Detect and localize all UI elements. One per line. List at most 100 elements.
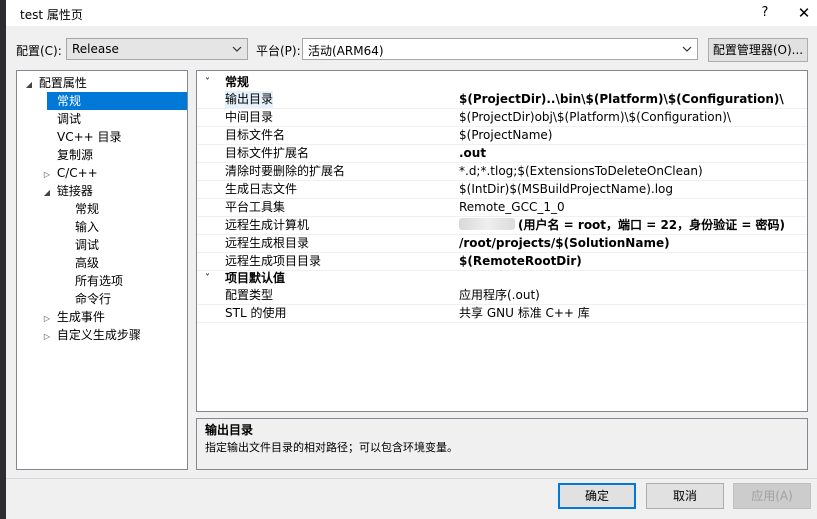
platform-dropdown[interactable]: 活动(ARM64)	[302, 38, 698, 60]
property-value[interactable]: /root/projects/$(SolutionName)	[459, 235, 670, 252]
property-grid: ˅ 常规 输出目录 $(ProjectDir)..\bin\$(Platform…	[196, 70, 808, 412]
tree-node-build-events[interactable]: ▷ 生成事件	[41, 308, 105, 326]
tree-node-label: 常规	[57, 94, 82, 108]
property-name: 远程生成计算机	[225, 218, 310, 232]
property-row-remote-root-dir[interactable]: 远程生成根目录 /root/projects/$(SolutionName)	[197, 235, 807, 253]
property-name: 目标文件名	[225, 128, 286, 142]
tree-node-label: 命令行	[75, 292, 112, 306]
help-button[interactable]: ?	[754, 3, 776, 23]
tree-node-vc-directories[interactable]: VC++ 目录	[57, 128, 122, 146]
tree-node-copy-sources[interactable]: 复制源	[57, 146, 93, 164]
tree-node-linker-input[interactable]: 输入	[75, 218, 99, 236]
description-panel: 输出目录 指定输出文件目录的相对路径；可以包含环境变量。	[196, 418, 808, 470]
chevron-down-icon[interactable]: ˅	[205, 270, 210, 287]
property-name: 生成日志文件	[225, 182, 298, 196]
property-name: 平台工具集	[225, 200, 286, 214]
description-text: 指定输出文件目录的相对路径；可以包含环境变量。	[205, 441, 458, 454]
tree-node-label: 高级	[75, 256, 100, 270]
property-row-intermediate-dir[interactable]: 中间目录 $(ProjectDir)obj\$(Platform)\$(Conf…	[197, 109, 807, 127]
property-name: 远程生成根目录	[225, 236, 310, 250]
tree-node-config-properties[interactable]: ◢ 配置属性	[23, 74, 87, 92]
property-value[interactable]: *.d;*.tlog;$(ExtensionsToDeleteOnClean)	[459, 163, 703, 180]
divider	[6, 478, 817, 479]
property-value[interactable]: $(ProjectName)	[459, 127, 552, 144]
config-value: Release	[72, 42, 119, 56]
config-dropdown[interactable]: Release	[66, 38, 248, 60]
background-ide-strip	[0, 0, 6, 519]
property-value[interactable]: 共享 GNU 标准 C++ 库	[459, 305, 590, 322]
window-title: test 属性页	[20, 8, 83, 22]
config-label: 配置(C):	[16, 44, 62, 58]
chevron-down-icon	[681, 43, 693, 55]
config-manager-button[interactable]: 配置管理器(O)...	[708, 38, 808, 62]
close-button[interactable]: ✕	[793, 3, 815, 23]
tree-node-linker-general[interactable]: 常规	[75, 200, 99, 218]
cancel-button[interactable]: 取消	[646, 483, 724, 509]
tree-node-label: 所有选项	[75, 274, 124, 288]
property-value[interactable]: .out	[459, 145, 486, 162]
ok-button[interactable]: 确定	[558, 483, 636, 509]
chevron-down-icon[interactable]: ˅	[205, 74, 210, 91]
tree-node-label: 生成事件	[56, 310, 105, 324]
category-project-defaults[interactable]: ˅ 项目默认值	[197, 270, 807, 287]
chevron-down-icon	[231, 43, 243, 55]
expand-arrow-icon[interactable]: ▷	[41, 328, 53, 346]
tree-node-label: 配置属性	[38, 76, 87, 90]
property-row-clean-ext[interactable]: 清除时要删除的扩展名 *.d;*.tlog;$(ExtensionsToDele…	[197, 163, 807, 181]
tree-node-label: 输入	[75, 220, 100, 234]
property-name: 远程生成项目目录	[225, 254, 322, 268]
apply-button[interactable]: 应用(A)	[733, 483, 811, 509]
property-row-config-type[interactable]: 配置类型 应用程序(.out)	[197, 287, 807, 305]
tree-node-general[interactable]: 常规	[47, 92, 187, 110]
tree-node-custom-build-step[interactable]: ▷ 自定义生成步骤	[41, 326, 141, 344]
property-value[interactable]: $(ProjectDir)obj\$(Platform)\$(Configura…	[459, 109, 731, 126]
property-value: (用户名 = root，端口 = 22，身份验证 = 密码)	[518, 218, 786, 232]
property-name: 配置类型	[225, 288, 274, 302]
property-row-remote-machine[interactable]: 远程生成计算机 (用户名 = root，端口 = 22，身份验证 = 密码)	[197, 217, 807, 235]
tree-node-label: 常规	[75, 202, 100, 216]
tree-node-linker-debugging[interactable]: 调试	[75, 236, 99, 254]
category-title: 常规	[225, 75, 250, 89]
property-row-output-dir[interactable]: 输出目录 $(ProjectDir)..\bin\$(Platform)\$(C…	[197, 91, 807, 109]
tree-node-label: 调试	[57, 112, 82, 126]
property-value-container[interactable]: (用户名 = root，端口 = 22，身份验证 = 密码)	[459, 217, 785, 234]
property-name: 中间目录	[225, 110, 274, 124]
tree-node-linker-all-options[interactable]: 所有选项	[75, 272, 123, 290]
property-row-platform-toolset[interactable]: 平台工具集 Remote_GCC_1_0	[197, 199, 807, 217]
tree-node-linker[interactable]: ◢ 链接器	[41, 182, 93, 200]
property-value[interactable]: Remote_GCC_1_0	[459, 199, 565, 216]
tree-node-label: 自定义生成步骤	[56, 328, 141, 342]
property-value[interactable]: $(RemoteRootDir)	[459, 253, 582, 270]
property-row-remote-project-dir[interactable]: 远程生成项目目录 $(RemoteRootDir)	[197, 253, 807, 271]
platform-value: 活动(ARM64)	[308, 44, 384, 58]
property-row-target-name[interactable]: 目标文件名 $(ProjectName)	[197, 127, 807, 145]
category-general[interactable]: ˅ 常规	[197, 74, 807, 91]
platform-label: 平台(P):	[256, 44, 301, 58]
expand-arrow-icon[interactable]: ◢	[41, 184, 53, 202]
property-name: STL 的使用	[225, 306, 287, 320]
property-name: 输出目录	[225, 91, 274, 108]
tree-node-c-cpp[interactable]: ▷ C/C++	[41, 164, 98, 182]
property-row-stl-usage[interactable]: STL 的使用 共享 GNU 标准 C++ 库	[197, 305, 807, 323]
property-name: 清除时要删除的扩展名	[225, 164, 346, 178]
description-title: 输出目录	[205, 423, 254, 437]
property-row-target-ext[interactable]: 目标文件扩展名 .out	[197, 145, 807, 163]
expand-arrow-icon[interactable]: ◢	[23, 76, 35, 94]
property-tree: ◢ 配置属性 常规 调试 VC++ 目录 复制源 ▷ C/C++ ◢ 链接器 常…	[16, 70, 188, 470]
tree-node-label: 链接器	[56, 184, 93, 198]
property-value[interactable]: $(IntDir)$(MSBuildProjectName).log	[459, 181, 673, 198]
tree-node-label: 复制源	[57, 148, 94, 162]
property-value[interactable]: 应用程序(.out)	[459, 287, 540, 304]
tree-node-label: C/C++	[56, 166, 98, 180]
tree-node-linker-command-line[interactable]: 命令行	[75, 290, 111, 308]
tree-node-label: VC++ 目录	[57, 130, 122, 144]
property-row-build-log[interactable]: 生成日志文件 $(IntDir)$(MSBuildProjectName).lo…	[197, 181, 807, 199]
property-name: 目标文件扩展名	[225, 146, 310, 160]
redacted-host	[459, 218, 515, 230]
tree-node-debugging[interactable]: 调试	[57, 110, 81, 128]
title-bar: test 属性页 ? ✕	[6, 0, 817, 26]
category-title: 项目默认值	[225, 271, 286, 285]
tree-node-linker-advanced[interactable]: 高级	[75, 254, 99, 272]
tree-node-label: 调试	[75, 238, 100, 252]
property-value[interactable]: $(ProjectDir)..\bin\$(Platform)\$(Config…	[459, 91, 784, 108]
